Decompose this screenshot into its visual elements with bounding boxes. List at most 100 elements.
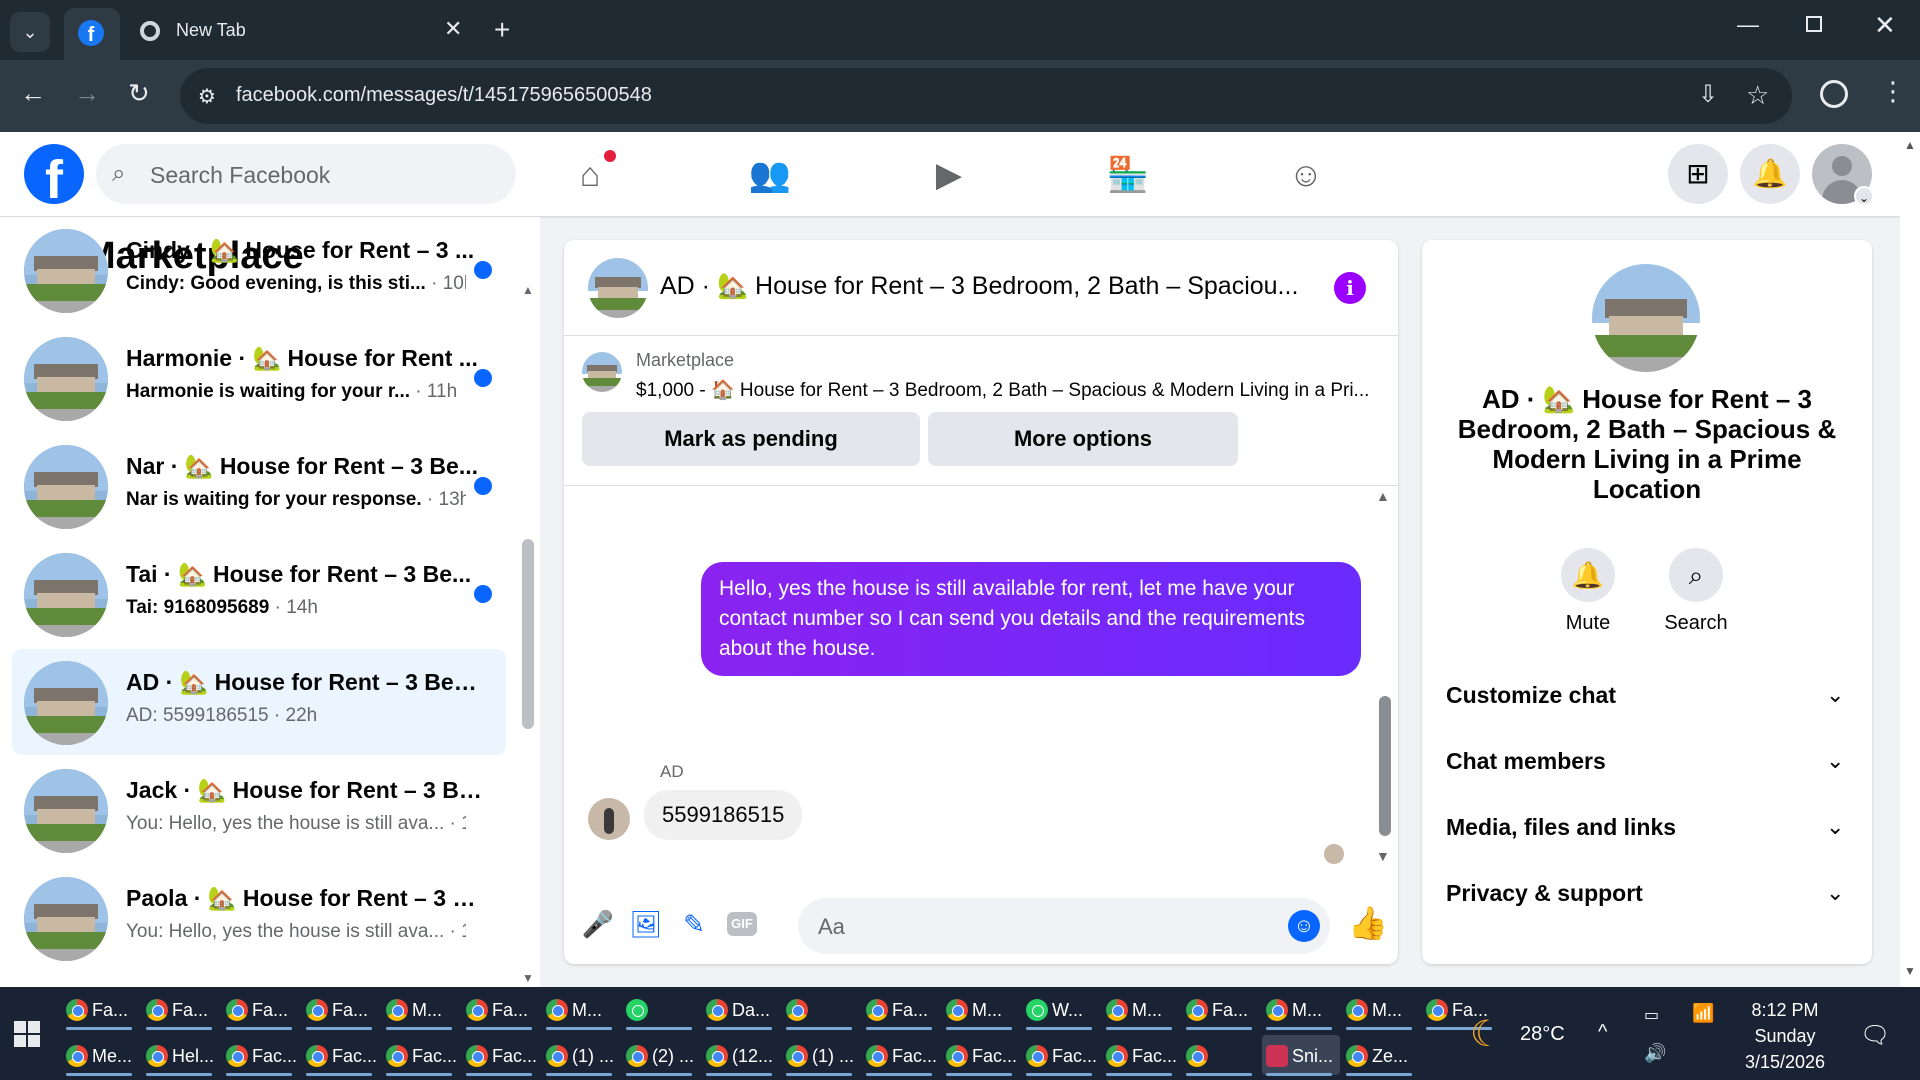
forward-arrow-icon[interactable]: → [74, 78, 100, 109]
taskbar-app-button[interactable] [622, 989, 700, 1030]
scroll-down-icon[interactable]: ▼ [1376, 848, 1390, 864]
taskbar-app-button[interactable]: (1) ... [542, 1035, 620, 1076]
taskbar-app-button[interactable]: Fac... [382, 1035, 460, 1076]
bookmark-star-icon[interactable]: ☆ [1746, 80, 1769, 111]
taskbar-app-button[interactable]: Fac... [1102, 1035, 1180, 1076]
incoming-message-bubble[interactable]: 5599186515 [644, 790, 803, 840]
chevron-down-icon[interactable]: ⌄ [1854, 186, 1874, 206]
scroll-down-icon[interactable]: ▼ [522, 971, 534, 985]
conversation-item[interactable]: Nar · 🏡 House for Rent – 3 Be... Nar is w… [12, 433, 506, 539]
sender-avatar[interactable] [588, 798, 630, 840]
taskbar-app-button[interactable]: Fac... [862, 1035, 940, 1076]
taskbar-app-button[interactable]: Ze... [1342, 1035, 1420, 1076]
scroll-thumb[interactable] [1379, 696, 1391, 836]
conversation-item[interactable]: Jack · 🏡 House for Rent – 3 Bed... You: H… [12, 757, 506, 863]
scroll-up-icon[interactable]: ▲ [1904, 138, 1916, 152]
profile-icon[interactable] [1820, 80, 1848, 108]
privacy-support-row[interactable]: Privacy & support ⌄ [1446, 866, 1850, 920]
notifications-icon[interactable]: 🗨 [1860, 1021, 1890, 1050]
taskbar-app-button[interactable]: Me... [62, 1035, 140, 1076]
tab-new-tab[interactable]: New Tab ✕ [124, 10, 474, 50]
more-options-button[interactable]: More options [928, 412, 1238, 466]
notifications-bell-icon[interactable]: 🔔 [1740, 144, 1800, 204]
window-minimize-button[interactable]: — [1737, 12, 1759, 38]
reload-icon[interactable]: ↻ [128, 78, 150, 109]
outgoing-message-bubble[interactable]: Hello, yes the house is still available … [701, 562, 1361, 676]
clock[interactable]: 8:12 PM Sunday 3/15/2026 [1720, 997, 1850, 1075]
taskbar-app-button[interactable]: Da... [702, 989, 780, 1030]
taskbar-app-button[interactable]: M... [1102, 989, 1180, 1030]
chat-members-row[interactable]: Chat members ⌄ [1446, 734, 1850, 788]
chat-avatar[interactable] [588, 258, 648, 318]
taskbar-app-button[interactable]: M... [1342, 989, 1420, 1030]
message-input[interactable]: Aa ☺ [798, 898, 1330, 954]
marketplace-icon[interactable]: 🏪 [1103, 150, 1153, 200]
taskbar-app-button[interactable] [782, 989, 860, 1030]
taskbar-app-button[interactable]: Fac... [222, 1035, 300, 1076]
url-text[interactable]: facebook.com/messages/t/1451759656500548 [236, 84, 652, 107]
install-app-icon[interactable]: ⇩ [1698, 80, 1718, 109]
taskbar-app-button[interactable]: M... [542, 989, 620, 1030]
window-restore-button[interactable] [1806, 16, 1822, 32]
wifi-icon[interactable]: 📶 [1692, 1003, 1714, 1024]
taskbar-app-button[interactable]: M... [382, 989, 460, 1030]
video-icon[interactable]: ▶ [924, 150, 974, 200]
conversation-item[interactable]: Tai · 🏡 House for Rent – 3 Be... Tai: 916… [12, 541, 506, 647]
menu-grid-icon[interactable]: ⊞ [1668, 144, 1728, 204]
conversation-scrollbar[interactable]: ▲ ▼ [522, 283, 536, 985]
conversation-item[interactable]: Paola · 🏡 House for Rent – 3 Be... You: H… [12, 865, 506, 971]
listing-thumbnail[interactable] [582, 352, 622, 392]
taskbar-app-button[interactable]: Fa... [142, 989, 220, 1030]
emoji-icon[interactable]: ☺ [1288, 910, 1320, 942]
taskbar-app-button[interactable]: Fa... [462, 989, 540, 1030]
weather-temperature[interactable]: 28°C [1520, 1023, 1565, 1046]
address-bar[interactable]: ⚙ facebook.com/messages/t/14517596565005… [180, 68, 1792, 124]
site-settings-icon[interactable]: ⚙ [198, 84, 216, 109]
media-files-links-row[interactable]: Media, files and links ⌄ [1446, 800, 1850, 854]
new-tab-button[interactable]: + [494, 12, 510, 48]
tab-close-icon[interactable]: ✕ [444, 16, 462, 42]
taskbar-app-button[interactable]: (2) ... [622, 1035, 700, 1076]
taskbar-app-button[interactable]: Fac... [462, 1035, 540, 1076]
customize-chat-row[interactable]: Customize chat ⌄ [1446, 668, 1850, 722]
listing-description[interactable]: $1,000 - 🏠 House for Rent – 3 Bedroom, 2… [636, 378, 1376, 402]
taskbar-app-button[interactable]: Sni... [1262, 1035, 1340, 1076]
taskbar-app-button[interactable]: Fa... [1182, 989, 1260, 1030]
scroll-thumb[interactable] [522, 539, 534, 729]
taskbar-app-button[interactable]: Fac... [302, 1035, 380, 1076]
taskbar-app-button[interactable]: Fac... [942, 1035, 1020, 1076]
gif-icon[interactable]: GIF [727, 912, 757, 936]
scroll-up-icon[interactable]: ▲ [522, 283, 534, 297]
conversation-item[interactable]: Cindy · 🏡 House for Rent – 3 ... Cindy: G… [12, 217, 506, 323]
conversation-item[interactable]: AD · 🏡 House for Rent – 3 Bedr... AD: 559… [12, 649, 506, 755]
like-thumbs-up-icon[interactable]: 👍 [1348, 904, 1388, 942]
tab-facebook[interactable]: f [64, 8, 120, 60]
taskbar-app-button[interactable]: Fac... [1022, 1035, 1100, 1076]
weather-moon-icon[interactable]: ☾ [1470, 1013, 1502, 1055]
taskbar-app-button[interactable]: M... [942, 989, 1020, 1030]
taskbar-app-button[interactable]: M... [1262, 989, 1340, 1030]
conversation-avatar[interactable] [1592, 264, 1700, 372]
facebook-logo-icon[interactable]: f [24, 144, 84, 210]
browser-menu-icon[interactable]: ⋮ [1880, 76, 1906, 107]
chat-title[interactable]: AD · 🏡 House for Rent – 3 Bedroom, 2 Bat… [660, 272, 1300, 301]
taskbar-app-button[interactable]: Hel... [142, 1035, 220, 1076]
taskbar-app-button[interactable]: (12... [702, 1035, 780, 1076]
mute-button[interactable]: 🔔 Mute [1538, 548, 1638, 635]
battery-icon[interactable]: ▭ [1644, 1005, 1659, 1025]
taskbar-app-button[interactable]: Fa... [302, 989, 380, 1030]
scroll-up-icon[interactable]: ▲ [1376, 488, 1390, 504]
taskbar-app-button[interactable] [1182, 1035, 1260, 1076]
back-arrow-icon[interactable]: ← [20, 78, 46, 109]
tab-search-button[interactable]: ⌄ [10, 12, 50, 52]
volume-icon[interactable]: 🔊 [1644, 1043, 1666, 1064]
conversation-item[interactable]: Harmonie · 🏡 House for Rent ... Harmonie … [12, 325, 506, 431]
windows-start-icon[interactable] [14, 1021, 40, 1047]
sticker-icon[interactable]: ✎ [676, 906, 712, 942]
groups-icon[interactable]: ☺ [1281, 150, 1331, 200]
show-hidden-icons-icon[interactable]: ^ [1598, 1021, 1607, 1044]
mark-as-pending-button[interactable]: Mark as pending [582, 412, 920, 466]
chat-scrollbar[interactable]: ▲ ▼ [1376, 488, 1394, 864]
search-button[interactable]: ⌕ Search [1646, 548, 1746, 635]
microphone-icon[interactable]: 🎤 [580, 906, 616, 942]
